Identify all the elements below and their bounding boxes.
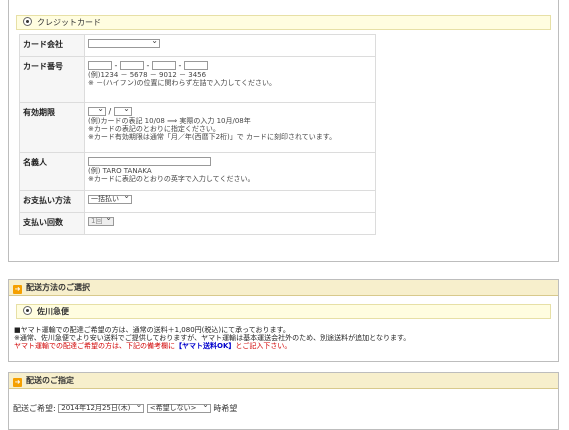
shipping-note-3-prefix: ヤマト運輸での配達ご希望の方は、下記の備考欄に [14,342,175,350]
expiry-label: 有効期限 [19,102,85,153]
card-number-sep-2: - [146,61,150,70]
shipping-note-3: ヤマト運輸での配達ご希望の方は、下記の備考欄に【ヤマト送料OK】とご記入下さい。 [14,342,554,350]
card-number-note: ※ －(ハイフン)の位置に関わらず左詰で入力してください。 [88,79,276,87]
credit-card-form: カード会社 カード番号 - - - (例)1234 － 5678 － 9012 … [19,34,376,235]
card-number-example: (例)1234 － 5678 － 9012 － 3456 [88,71,207,79]
installments-select[interactable]: 1回 [88,214,114,226]
shipping-note-3-suffix: とご記入下さい。 [235,342,292,350]
shipping-note-1: ■ヤマト運輸での配達ご希望の方は、通常の送料＋1,080円(税込)にて承っており… [14,326,290,334]
shipping-method-header: ➜ 配送方法のご選択 [9,280,558,296]
shipping-method-title: 配送方法のご選択 [26,283,90,292]
delivery-date-title: 配送のご指定 [26,376,74,385]
credit-card-option[interactable]: クレジットカード [16,15,551,30]
credit-card-option-label: クレジットカード [37,18,101,27]
holder-name-input[interactable] [88,157,211,166]
expiry-note-1: ※カードの表記のとおりに指定ください。 [88,125,220,133]
payment-method-label: お支払い方法 [19,190,85,213]
installments-label: 支払い回数 [19,212,85,235]
sagawa-radio[interactable] [23,306,32,315]
holder-label: 名義人 [19,152,85,191]
card-number-field-4[interactable] [183,61,208,70]
shipping-note-2: ※通常、佐川急便でより安い送料でご提供しておりますが、ヤマト運輸は基本運送会社外… [14,334,411,342]
card-number-sep-1: - [114,61,118,70]
arrow-right-icon: ➜ [13,378,22,387]
holder-example: (例) TARO TANAKA [88,167,152,175]
sagawa-option-label: 佐川急便 [37,307,69,316]
expiry-year-select[interactable] [113,104,132,116]
delivery-date-select[interactable]: 2014年12月25日(木) [58,401,145,413]
expiry-example: (例)カードの表記 10/08 ⟹ 実際の入力 10月/08年 [88,117,251,125]
yamato-ok-highlight: 【ヤマト送料OK】 [175,342,236,350]
card-company-label: カード会社 [19,34,85,57]
delivery-date-header: ➜ 配送のご指定 [9,373,558,389]
payment-panel: クレジットカード カード会社 カード番号 - - - (例)1234 － [8,0,559,262]
expiry-note-2: ※カード有効期限は通常「月／年(西暦下2桁)」で カードに刻印されています。 [88,133,337,141]
expiry-slash: / [108,107,112,116]
card-number-field-3[interactable] [151,61,176,70]
delivery-time-suffix: 時希望 [213,404,238,413]
card-number-sep-3: - [178,61,182,70]
shipping-method-panel: ➜ 配送方法のご選択 佐川急便 ■ヤマト運輸での配達ご希望の方は、通常の送料＋1,… [8,279,559,362]
card-number-label: カード番号 [19,56,85,103]
arrow-right-icon: ➜ [13,285,22,294]
card-number-field-2[interactable] [119,61,144,70]
expiry-month-select[interactable] [88,104,106,116]
delivery-date-panel: ➜ 配送のご指定 配送ご希望: 2014年12月25日(木) <希望しない> 時希… [8,372,559,430]
payment-method-select[interactable]: 一括払い [88,192,132,204]
delivery-date-label: 配送ご希望: [13,404,56,413]
sagawa-option[interactable]: 佐川急便 [16,304,551,319]
card-company-select[interactable] [88,36,160,48]
holder-note: ※カードに表記のとおりの英字で入力してください。 [88,175,255,183]
card-number-field-1[interactable] [88,61,112,70]
credit-card-radio[interactable] [23,17,32,26]
delivery-time-select[interactable]: <希望しない> [146,401,211,413]
